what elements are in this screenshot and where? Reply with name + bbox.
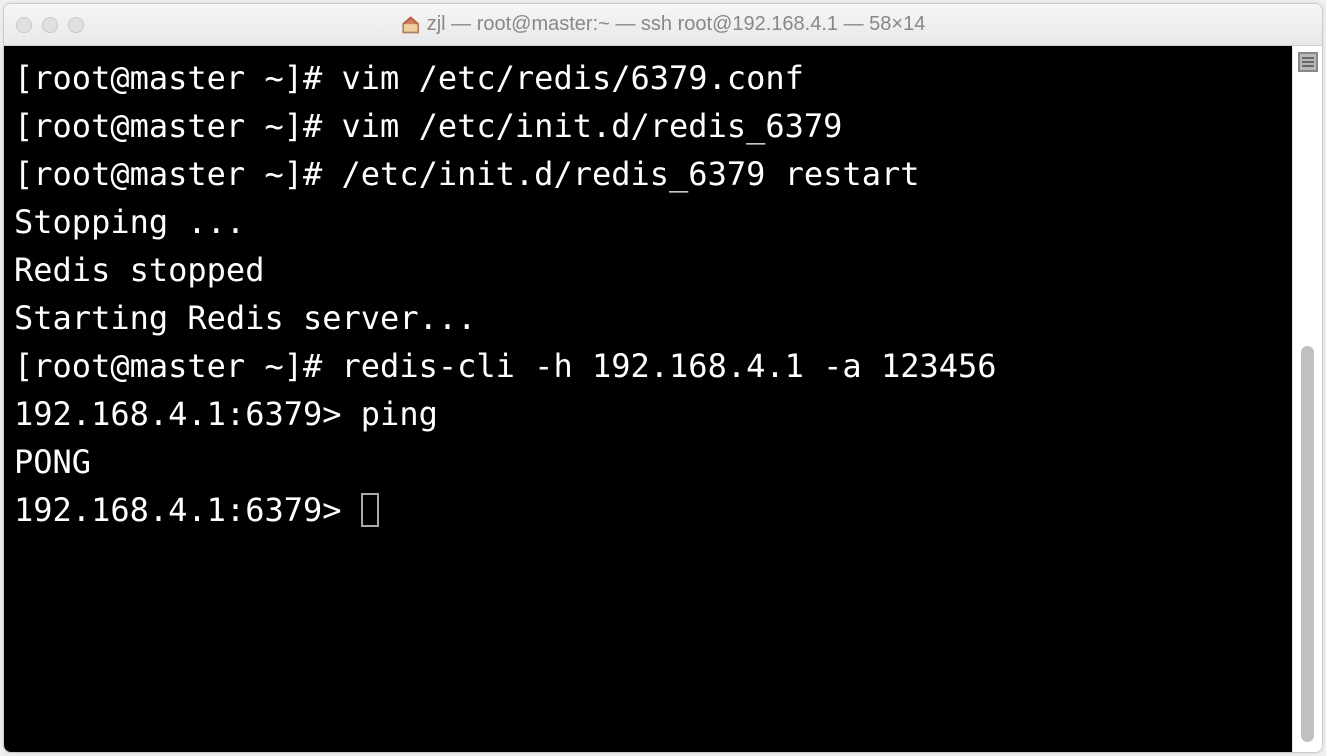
window-title-text: zjl — root@master:~ — ssh root@192.168.4…	[427, 13, 926, 36]
document-icon[interactable]	[1298, 52, 1318, 72]
window-titlebar[interactable]: zjl — root@master:~ — ssh root@192.168.4…	[4, 4, 1322, 46]
terminal-line: Redis stopped	[14, 246, 1282, 294]
scrollbar-thumb[interactable]	[1301, 346, 1314, 742]
window-body: [root@master ~]# vim /etc/redis/6379.con…	[4, 46, 1322, 752]
window-title: zjl — root@master:~ — ssh root@192.168.4…	[401, 13, 926, 36]
terminal-prompt-line: 192.168.4.1:6379>	[14, 486, 1282, 534]
right-gutter	[1292, 46, 1322, 752]
maximize-window-button[interactable]	[68, 17, 84, 33]
terminal-line: [root@master ~]# vim /etc/init.d/redis_6…	[14, 102, 1282, 150]
terminal-line: [root@master ~]# /etc/init.d/redis_6379 …	[14, 150, 1282, 198]
minimize-window-button[interactable]	[42, 17, 58, 33]
terminal-line: Starting Redis server...	[14, 294, 1282, 342]
scrollbar-track[interactable]	[1293, 76, 1322, 752]
terminal-window: zjl — root@master:~ — ssh root@192.168.4…	[3, 3, 1323, 753]
terminal-line: [root@master ~]# vim /etc/redis/6379.con…	[14, 54, 1282, 102]
home-icon	[401, 15, 421, 35]
traffic-lights	[16, 17, 84, 33]
cursor-icon	[361, 493, 379, 527]
close-window-button[interactable]	[16, 17, 32, 33]
terminal-line: Stopping ...	[14, 198, 1282, 246]
terminal-prompt-text: 192.168.4.1:6379>	[14, 491, 361, 529]
terminal-content[interactable]: [root@master ~]# vim /etc/redis/6379.con…	[4, 46, 1292, 752]
terminal-line: PONG	[14, 438, 1282, 486]
terminal-line: [root@master ~]# redis-cli -h 192.168.4.…	[14, 342, 1282, 390]
terminal-line: 192.168.4.1:6379> ping	[14, 390, 1282, 438]
